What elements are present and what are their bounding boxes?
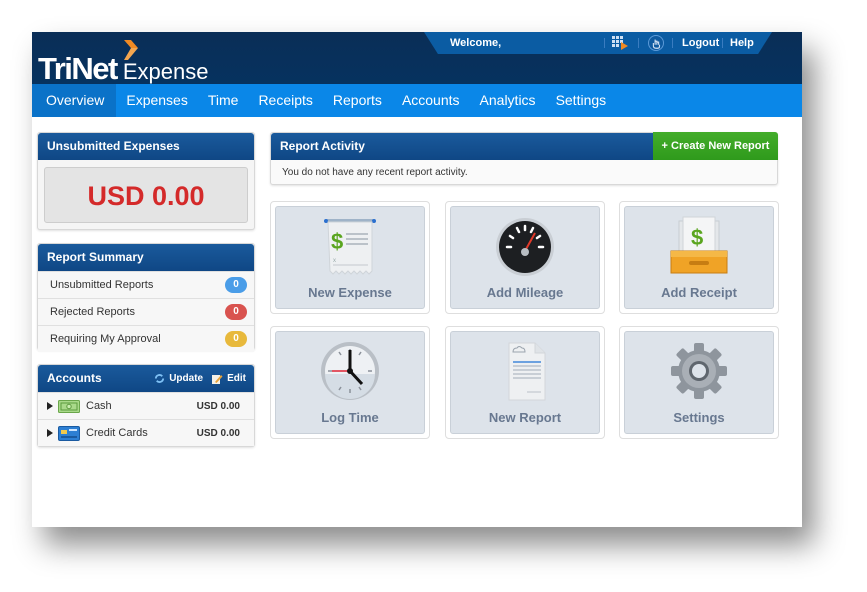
refresh-icon <box>155 374 165 383</box>
unsubmitted-amount[interactable]: USD 0.00 <box>44 167 248 223</box>
tile-add-receipt[interactable]: $ Add Receipt <box>619 201 779 314</box>
account-row-cash[interactable]: Cash USD 0.00 <box>38 392 254 419</box>
tile-body: Settings <box>624 331 774 434</box>
header: TriNet Expense Welcome, Logout Help <box>32 32 802 84</box>
accounts-header: Accounts Update Edit <box>38 365 254 392</box>
gear-icon <box>671 343 727 399</box>
tile-body: $ Add Receipt <box>624 206 774 309</box>
nav-analytics[interactable]: Analytics <box>470 84 546 117</box>
edit-button[interactable]: Edit <box>211 365 246 392</box>
tile-label: Settings <box>673 410 725 425</box>
panel-title: Accounts <box>47 371 102 385</box>
nav-settings[interactable]: Settings <box>546 84 617 117</box>
count-badge: 0 <box>225 277 247 293</box>
apps-grid-icon[interactable] <box>612 36 628 50</box>
nav-reports[interactable]: Reports <box>323 84 392 117</box>
account-amount: USD 0.00 <box>196 400 240 412</box>
tile-body: Log Time <box>275 331 425 434</box>
tile-label: New Report <box>488 410 562 425</box>
expand-icon[interactable] <box>47 429 53 437</box>
report-activity-title: Report Activity <box>280 139 365 153</box>
panel-title: Report Activity + Create New Report <box>271 132 778 160</box>
logout-link[interactable]: Logout <box>682 37 719 49</box>
receipt-dollar-icon: $ x <box>324 219 376 275</box>
main-nav: Overview Expenses Time Receipts Reports … <box>32 84 802 117</box>
app-window: TriNet Expense Welcome, Logout Help Over… <box>32 32 802 527</box>
summary-row-unsubmitted[interactable]: Unsubmitted Reports 0 <box>38 271 254 298</box>
tile-settings[interactable]: Settings <box>619 326 779 439</box>
account-name: Cash <box>86 400 112 412</box>
tile-body: Add Mileage <box>450 206 600 309</box>
expand-icon[interactable] <box>47 402 53 410</box>
update-button[interactable]: Update <box>154 365 203 392</box>
create-new-report-button[interactable]: + Create New Report <box>653 132 778 160</box>
unsubmitted-expenses-panel: Unsubmitted Expenses USD 0.00 <box>37 132 255 230</box>
cash-icon <box>58 399 80 413</box>
receipt-tray-icon: $ <box>670 216 728 274</box>
panel-title: Unsubmitted Expenses <box>38 133 254 160</box>
tile-log-time[interactable]: Log Time <box>270 326 430 439</box>
report-summary-panel: Report Summary Unsubmitted Reports 0 Rej… <box>37 243 255 352</box>
nav-accounts[interactable]: Accounts <box>392 84 470 117</box>
svg-text:x: x <box>333 258 336 264</box>
count-badge: 0 <box>225 331 247 347</box>
tile-body: $ x New Expense <box>275 206 425 309</box>
nav-overview[interactable]: Overview <box>32 84 117 117</box>
logo-product: Expense <box>122 59 209 84</box>
tile-new-report[interactable]: New Report <box>445 326 605 439</box>
svg-text:$: $ <box>691 225 703 250</box>
speedometer-icon <box>496 218 554 276</box>
account-amount: USD 0.00 <box>196 427 240 439</box>
report-document-icon <box>508 342 546 401</box>
account-name: Credit Cards <box>86 427 148 439</box>
summary-row-approval[interactable]: Requiring My Approval 0 <box>38 325 254 352</box>
summary-label: Rejected Reports <box>50 306 135 318</box>
tile-new-expense[interactable]: $ x New Expense <box>270 201 430 314</box>
tile-body: New Report <box>450 331 600 434</box>
divider <box>672 38 673 48</box>
summary-label: Requiring My Approval <box>50 333 161 345</box>
credit-card-icon <box>58 425 80 441</box>
tile-add-mileage[interactable]: Add Mileage <box>445 201 605 314</box>
top-utility-bar: Welcome, Logout Help <box>424 32 772 54</box>
nav-expenses[interactable]: Expenses <box>116 84 197 117</box>
summary-row-rejected[interactable]: Rejected Reports 0 <box>38 298 254 325</box>
count-badge: 0 <box>225 304 247 320</box>
trinet-arrow-icon <box>124 40 138 60</box>
tile-label: Add Receipt <box>661 285 737 300</box>
divider <box>604 38 605 48</box>
update-label: Update <box>169 373 204 384</box>
empty-activity-message: You do not have any recent report activi… <box>282 167 468 178</box>
help-link[interactable]: Help <box>730 37 754 49</box>
tile-label: Add Mileage <box>486 285 564 300</box>
welcome-text: Welcome, <box>450 37 502 49</box>
tile-label: New Expense <box>308 285 392 300</box>
nav-receipts[interactable]: Receipts <box>248 84 322 117</box>
nav-time[interactable]: Time <box>198 84 249 117</box>
accounts-actions: Update Edit <box>146 365 246 392</box>
touch-icon[interactable] <box>648 35 664 51</box>
app: TriNet Expense Welcome, Logout Help Over… <box>32 32 802 527</box>
logo-trinet: TriNet <box>38 51 118 86</box>
logo[interactable]: TriNet Expense <box>38 40 208 84</box>
divider <box>722 38 723 48</box>
account-row-credit-cards[interactable]: Credit Cards USD 0.00 <box>38 419 254 446</box>
summary-label: Unsubmitted Reports <box>50 279 154 291</box>
divider <box>638 38 639 48</box>
edit-label: Edit <box>227 373 246 384</box>
svg-text:$: $ <box>331 229 343 254</box>
clock-icon <box>321 342 379 400</box>
panel-title: Report Summary <box>38 244 254 271</box>
report-activity-panel: Report Activity + Create New Report You … <box>270 132 778 185</box>
edit-icon <box>212 374 223 384</box>
accounts-panel: Accounts Update Edit Cash USD 0.00 Credi… <box>37 364 255 447</box>
tile-label: Log Time <box>321 410 379 425</box>
